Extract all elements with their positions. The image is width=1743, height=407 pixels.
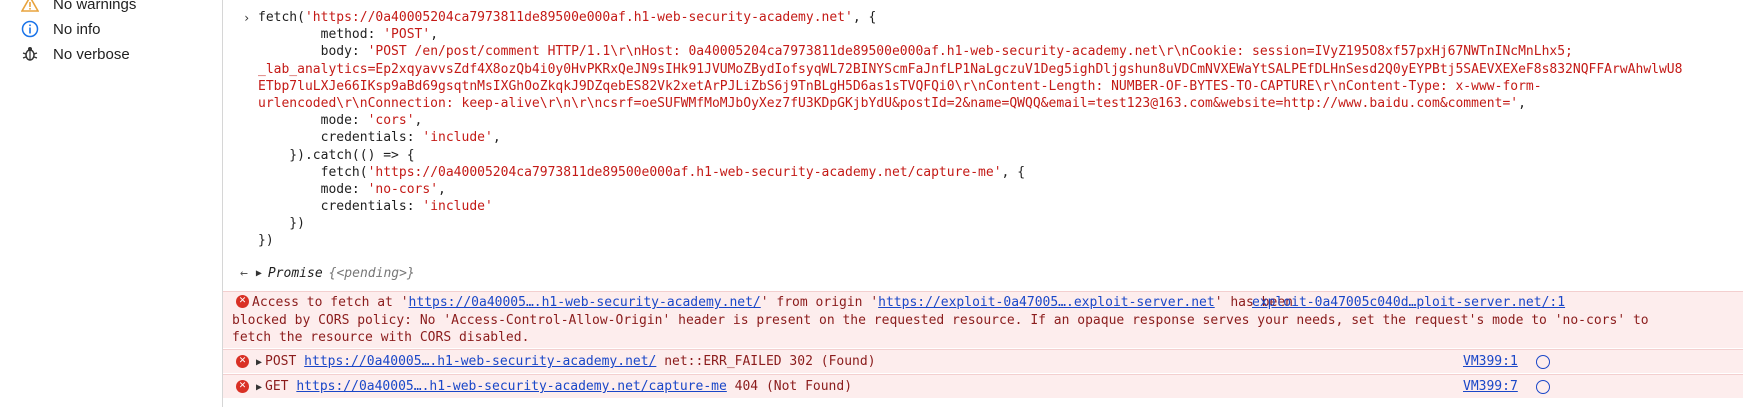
chevron-right-icon: › [243, 11, 251, 25]
request-method: POST [265, 354, 297, 369]
sidebar-item-verbose[interactable]: No verbose [20, 42, 130, 66]
code-line: }) [258, 233, 274, 249]
error-icon: ✕ [236, 380, 249, 393]
globe-icon[interactable] [1536, 380, 1550, 394]
globe-icon[interactable] [1536, 355, 1550, 369]
origin-link[interactable]: https://exploit-0a47005….exploit-server.… [878, 295, 1215, 310]
sidebar-item-label: No info [53, 20, 101, 38]
bug-icon [20, 44, 40, 64]
warning-icon [20, 0, 40, 14]
info-icon [20, 19, 40, 39]
request-status: net::ERR_FAILED 302 (Found) [664, 354, 876, 369]
request-url-link[interactable]: https://0a40005….h1-web-security-academy… [296, 379, 726, 394]
console-sidebar: No warnings No info No verbose [0, 0, 223, 407]
cors-error-line3: fetch the resource with CORS disabled. [232, 330, 530, 345]
code-line: }).catch(() => { [258, 147, 415, 163]
code-line: fetch('https://0a40005204ca7973811de8950… [258, 164, 1026, 180]
sidebar-item-warnings[interactable]: No warnings [20, 0, 136, 16]
error-icon: ✕ [236, 355, 249, 368]
source-link[interactable]: VM399:1 [1463, 353, 1518, 371]
code-line: ETbp7luLXJe66IKsp9aBd69gsqtnMsIXGhOoZkqk… [258, 78, 1542, 94]
code-line: body: 'POST /en/post/comment HTTP/1.1\r\… [258, 44, 1573, 60]
source-link[interactable]: VM399:7 [1463, 378, 1518, 396]
console-input-code: fetch('https://0a40005204ca7973811de8950… [258, 9, 1728, 250]
expand-triangle-icon[interactable]: ▶ [256, 382, 262, 393]
promise-state: {<pending>} [328, 265, 415, 281]
code-line: mode: 'no-cors', [258, 181, 446, 197]
return-arrow-icon: ← [240, 265, 248, 281]
code-line: _lab_analytics=Ep2xqyavvsZdf4X8ozQb4i0y0… [258, 61, 1683, 77]
code-line: credentials: 'include', [258, 130, 501, 146]
code-line: }) [258, 216, 305, 232]
request-status: 404 (Not Found) [734, 379, 853, 394]
network-error-row[interactable]: ✕ ▶ POST https://0a40005….h1-web-security… [223, 350, 1743, 373]
cors-error-line2: blocked by CORS policy: No 'Access-Contr… [232, 312, 1649, 328]
code-line: mode: 'cors', [258, 113, 423, 129]
code-line: method: 'POST', [258, 27, 439, 43]
expand-triangle-icon[interactable]: ▶ [256, 268, 262, 279]
expand-triangle-icon[interactable]: ▶ [256, 357, 262, 368]
code-line: fetch('https://0a40005204ca7973811de8950… [258, 10, 877, 25]
promise-result[interactable]: ← ▶ Promise {<pending>} [240, 264, 415, 282]
sidebar-item-label: No verbose [53, 45, 130, 63]
promise-name: Promise [267, 265, 323, 281]
code-line: credentials: 'include' [258, 199, 493, 215]
request-method: GET [265, 379, 289, 394]
cors-error-line1: Access to fetch at 'https://0a40005….h1-… [252, 295, 1293, 310]
error-icon: ✕ [236, 295, 249, 308]
sidebar-item-info[interactable]: No info [20, 17, 101, 41]
network-error-row[interactable]: ✕ ▶ GET https://0a40005….h1-web-security-… [223, 375, 1743, 398]
request-url-link[interactable]: https://0a40005….h1-web-security-academy… [304, 354, 656, 369]
sidebar-item-label: No warnings [53, 0, 137, 13]
code-line: urlencoded\r\nConnection: keep-alive\r\n… [258, 95, 1526, 111]
cors-error-message: ✕ Access to fetch at 'https://0a40005….h… [223, 292, 1743, 348]
error-url-link[interactable]: https://0a40005….h1-web-security-academy… [409, 295, 761, 310]
source-link[interactable]: exploit-0a47005c040d…ploit-server.net/:1 [1252, 294, 1565, 312]
